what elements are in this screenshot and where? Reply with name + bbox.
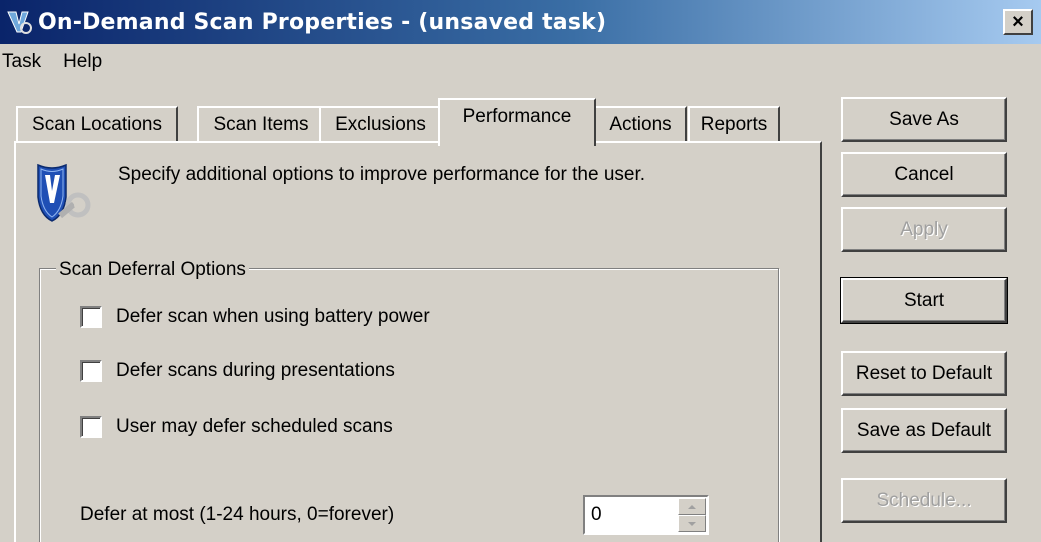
menu-bar: Task Help [0, 48, 114, 76]
menu-help[interactable]: Help [53, 48, 114, 76]
checkbox-row-battery[interactable]: Defer scan when using battery power [80, 306, 430, 328]
battery-checkbox-label[interactable]: Defer scan when using battery power [116, 306, 430, 328]
save-as-button[interactable]: Save As [841, 97, 1007, 142]
vscan-shield-icon [34, 161, 96, 225]
tab-actions[interactable]: Actions [594, 106, 687, 142]
tab-performance[interactable]: Performance [438, 98, 596, 146]
title-bar[interactable]: On-Demand Scan Properties - (unsaved tas… [0, 0, 1041, 44]
defer-hours-value[interactable]: 0 [591, 503, 602, 527]
cancel-button[interactable]: Cancel [841, 152, 1007, 197]
arrow-up-icon [688, 504, 696, 509]
close-icon: × [1012, 11, 1024, 33]
checkbox-row-user-defer[interactable]: User may defer scheduled scans [80, 416, 393, 438]
performance-description: Specify additional options to improve pe… [118, 164, 646, 185]
spin-up-button[interactable] [678, 498, 706, 515]
start-button[interactable]: Start [840, 277, 1008, 324]
user-defer-checkbox-label[interactable]: User may defer scheduled scans [116, 416, 393, 438]
tab-reports[interactable]: Reports [688, 106, 780, 142]
reset-to-default-button[interactable]: Reset to Default [841, 351, 1007, 396]
defer-at-most-label: Defer at most (1-24 hours, 0=forever) [80, 504, 395, 525]
schedule-button[interactable]: Schedule... [841, 478, 1007, 523]
arrow-down-icon [688, 521, 696, 526]
tab-scan-items[interactable]: Scan Items [197, 106, 325, 142]
checkbox-row-presentations[interactable]: Defer scans during presentations [80, 360, 395, 382]
presentations-checkbox[interactable] [80, 360, 102, 382]
close-button[interactable]: × [1003, 9, 1033, 35]
battery-checkbox[interactable] [80, 306, 102, 328]
save-as-default-button[interactable]: Save as Default [841, 408, 1007, 453]
presentations-checkbox-label[interactable]: Defer scans during presentations [116, 360, 395, 382]
tab-exclusions[interactable]: Exclusions [319, 106, 442, 142]
tab-scan-locations[interactable]: Scan Locations [16, 106, 178, 142]
spin-down-button[interactable] [678, 515, 706, 532]
vscan-app-icon[interactable] [4, 7, 34, 37]
defer-hours-spinner[interactable]: 0 [583, 495, 709, 535]
user-defer-checkbox[interactable] [80, 416, 102, 438]
group-title: Scan Deferral Options [56, 259, 249, 281]
window-title: On-Demand Scan Properties - (unsaved tas… [38, 9, 607, 35]
menu-task[interactable]: Task [0, 48, 53, 76]
apply-button[interactable]: Apply [841, 207, 1007, 252]
